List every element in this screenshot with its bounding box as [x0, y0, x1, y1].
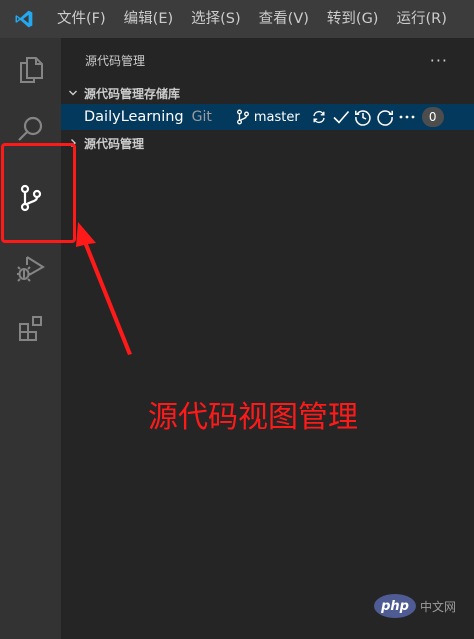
- watermark-text: 中文网: [420, 599, 457, 614]
- annotation-text: 源代码视图管理: [148, 400, 358, 435]
- php-logo: php: [374, 594, 416, 618]
- watermark: php 中文网: [374, 594, 456, 618]
- annotation-arrow-icon: [76, 222, 132, 355]
